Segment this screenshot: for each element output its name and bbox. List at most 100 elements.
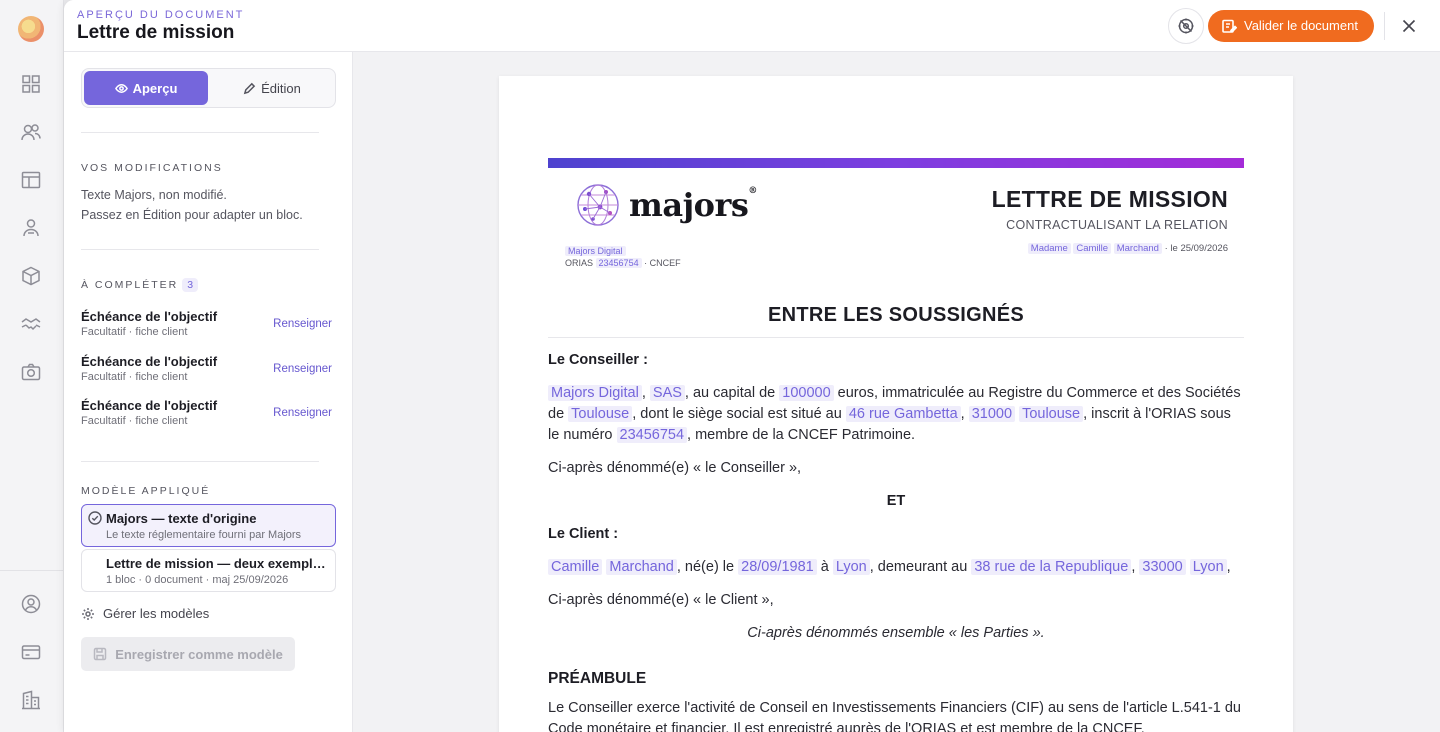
modal-header: APERÇU DU DOCUMENT Lettre de mission Val… [64, 0, 1440, 52]
field-city[interactable]: Toulouse [1019, 406, 1084, 422]
side-panel: Aperçu Édition VOS MODIFICATIONS Texte M… [64, 52, 353, 732]
section-heading-parties: ENTRE LES SOUSSIGNÉS [767, 304, 1025, 326]
handshake-icon[interactable] [20, 313, 42, 335]
orias-number: 23456754 [595, 258, 642, 268]
close-button[interactable] [1398, 15, 1420, 37]
field-client-zip[interactable]: 33000 [1139, 559, 1186, 575]
divider [81, 132, 319, 133]
check-circle-icon [88, 511, 102, 525]
templates-section-title: MODÈLE APPLIQUÉ [81, 485, 211, 497]
todo-section-title: À COMPLÉTER 3 [81, 278, 199, 292]
modal-title: Lettre de mission [77, 22, 235, 43]
divider [81, 461, 319, 462]
fill-in-link[interactable]: Renseigner [273, 363, 332, 375]
save-as-template-button[interactable]: Enregistrer comme modèle [81, 637, 295, 671]
edit-document-icon [1222, 19, 1237, 33]
todo-item: Échéance de l'objectif Facultatif · fich… [81, 354, 336, 388]
field-orias[interactable]: 23456754 [616, 427, 688, 443]
tab-edit-label: Édition [261, 80, 301, 96]
document-date: · le 25/09/2026 [1164, 243, 1228, 254]
account-icon[interactable] [20, 593, 42, 615]
field-birth-date[interactable]: 28/09/1981 [738, 559, 817, 575]
template-sub: Le texte réglementaire fourni par Majors [106, 529, 302, 541]
text-fragment: à [820, 559, 829, 575]
modal-eyebrow: APERÇU DU DOCUMENT [77, 9, 245, 21]
tab-edit[interactable]: Édition [212, 71, 332, 105]
field-registry-city[interactable]: Toulouse [568, 406, 633, 422]
field-street[interactable]: 46 rue Gambetta [845, 406, 961, 422]
close-icon [1402, 19, 1416, 33]
and-separator: ET [886, 493, 906, 509]
layout-icon[interactable] [20, 169, 42, 191]
view-mode-toggle: Aperçu Édition [81, 68, 336, 108]
brand-name: majors [629, 186, 749, 224]
text-fragment: , demeurant au [869, 559, 968, 575]
building-icon[interactable] [20, 689, 42, 711]
rail-divider [0, 570, 64, 571]
camera-icon[interactable] [20, 361, 42, 383]
template-title: Majors — texte d'origine [106, 511, 257, 526]
tab-preview-label: Aperçu [132, 80, 178, 96]
person-icon[interactable] [20, 217, 42, 239]
gear-icon [82, 607, 94, 620]
modifications-line-2: Passez en Édition pour adapter un bloc. [81, 208, 303, 222]
manage-templates-label: Gérer les modèles [103, 606, 210, 621]
parties-line: Ci-après dénommés ensemble « les Parties… [747, 625, 1045, 641]
preview-canvas[interactable]: majors® Majors Digital ORIAS 23456754 · … [353, 52, 1440, 732]
app-rail [0, 0, 64, 732]
app-logo [18, 16, 44, 42]
users-icon[interactable] [20, 121, 42, 143]
globe-network-icon [577, 184, 619, 226]
validate-document-label: Valider le document [1244, 18, 1358, 33]
document-preview-modal: APERÇU DU DOCUMENT Lettre de mission Val… [64, 0, 1440, 732]
box-icon[interactable] [20, 265, 42, 287]
field-client-street[interactable]: 38 rue de la Republique [971, 559, 1132, 575]
todo-item: Échéance de l'objectif Facultatif · fich… [81, 398, 336, 432]
todo-title: À COMPLÉTER [81, 279, 179, 291]
manage-templates-link[interactable]: Gérer les modèles [81, 606, 209, 621]
field-zip[interactable]: 31000 [968, 406, 1016, 422]
template-sub: 1 bloc · 0 document · maj 25/09/2026 [106, 574, 289, 586]
field-client-first-name[interactable]: Camille [548, 559, 603, 575]
document-title: LETTRE DE MISSION [991, 186, 1228, 212]
field-legal-form[interactable]: SAS [649, 385, 685, 401]
divider [81, 249, 319, 250]
field-capital[interactable]: 100000 [779, 385, 834, 401]
tab-preview[interactable]: Aperçu [84, 71, 208, 105]
org-name-line: Majors Digital [565, 246, 626, 256]
dashboard-icon[interactable] [20, 73, 42, 95]
recipient-first-name: Camille [1073, 243, 1112, 254]
client-paragraph: Camille Marchand, né(e) le 28/09/1981 à … [548, 557, 1244, 578]
save-icon [93, 647, 107, 661]
field-birth-city[interactable]: Lyon [832, 559, 870, 575]
header-gradient-band [548, 158, 1244, 168]
save-as-template-label: Enregistrer comme modèle [115, 646, 283, 662]
section-divider [548, 337, 1244, 338]
brand-wordmark: majors® [629, 186, 757, 224]
template-title: Lettre de mission — deux exemplaires [106, 556, 327, 571]
template-option-original[interactable]: Majors — texte d'origine Le texte réglem… [81, 504, 336, 547]
field-client-city[interactable]: Lyon [1189, 559, 1227, 575]
pencil-icon [243, 82, 256, 94]
card-icon[interactable] [20, 641, 42, 663]
org-name: Majors Digital [565, 246, 626, 256]
org-suffix: · CNCEF [644, 258, 681, 268]
modifications-section-title: VOS MODIFICATIONS [81, 162, 223, 174]
field-client-last-name[interactable]: Marchand [606, 559, 677, 575]
settings-toggle-button[interactable] [1168, 8, 1204, 44]
text-fragment: , au capital de [684, 385, 776, 401]
document-recipient-line: Madame Camille Marchand · le 25/09/2026 [1027, 243, 1228, 254]
template-option-two-copies[interactable]: Lettre de mission — deux exemplaires 1 b… [81, 549, 336, 592]
orias-label: ORIAS [565, 258, 594, 268]
advisor-paragraph: Majors Digital, SAS, au capital de 10000… [548, 385, 1241, 443]
document-page: majors® Majors Digital ORIAS 23456754 · … [499, 76, 1293, 732]
header-divider [1384, 12, 1385, 40]
text-fragment: , membre de la CNCEF Patrimoine. [687, 427, 916, 443]
advisor-alias: Ci-après dénommé(e) « le Conseiller », [548, 460, 802, 476]
validate-document-button[interactable]: Valider le document [1208, 10, 1374, 42]
fill-in-link[interactable]: Renseigner [273, 318, 332, 330]
fill-in-link[interactable]: Renseigner [273, 407, 332, 419]
recipient-last-name: Marchand [1113, 243, 1162, 254]
field-company[interactable]: Majors Digital [548, 385, 642, 401]
gear-slash-icon [1178, 18, 1194, 34]
